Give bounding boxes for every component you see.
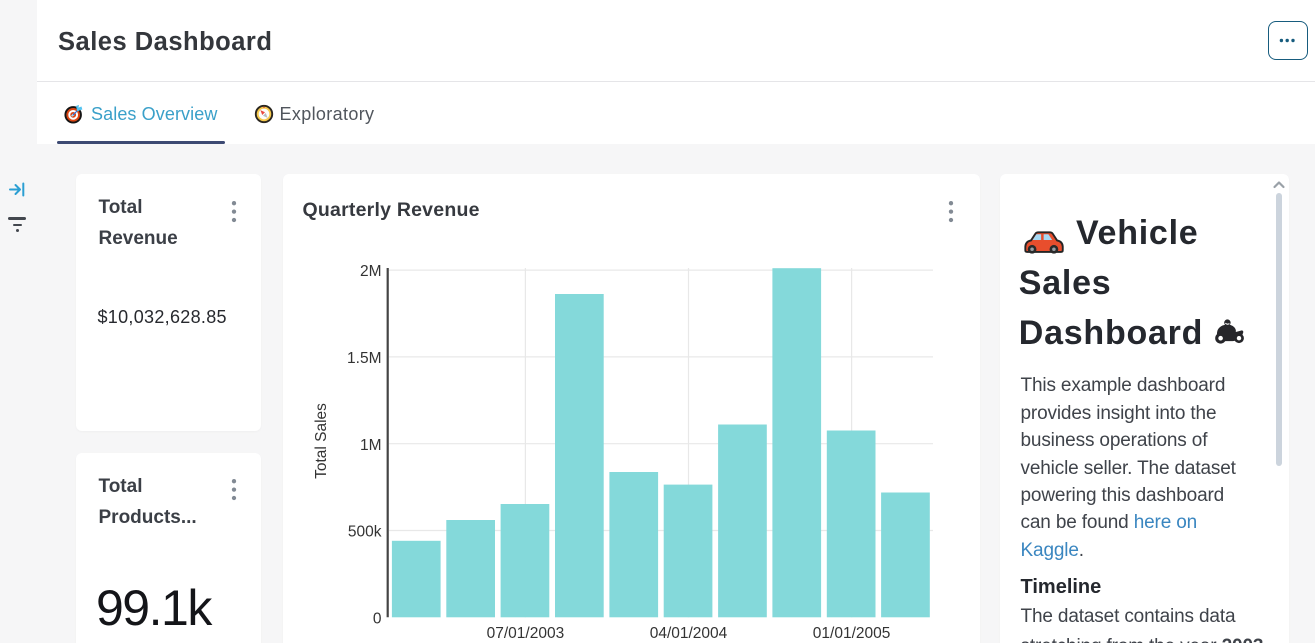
svg-text:0: 0 [373, 610, 382, 627]
svg-text:2M: 2M [360, 263, 382, 280]
svg-text:04/01/2004: 04/01/2004 [650, 625, 728, 642]
svg-text:01/01/2005: 01/01/2005 [813, 625, 891, 642]
svg-text:500k: 500k [348, 524, 382, 541]
svg-text:07/01/2003: 07/01/2003 [487, 625, 565, 642]
svg-text:1M: 1M [360, 437, 382, 454]
svg-text:1.5M: 1.5M [347, 350, 381, 367]
svg-text:Total Sales: Total Sales [313, 403, 330, 479]
